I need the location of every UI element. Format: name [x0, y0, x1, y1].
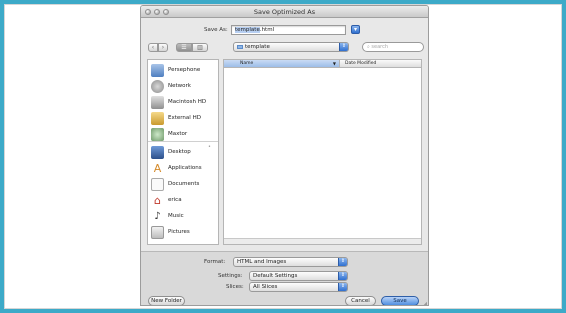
forward-button[interactable]: ›	[158, 43, 168, 52]
save-button[interactable]: Save	[381, 296, 419, 305]
sidebar-item-applications[interactable]: A Applications	[151, 162, 217, 175]
list-view-button[interactable]: ☰	[176, 43, 192, 52]
filename-extension: .html	[259, 27, 275, 33]
popup-arrows-icon: ⇕	[338, 272, 347, 280]
applications-icon: A	[153, 162, 162, 175]
network-drive-icon	[151, 128, 164, 141]
sidebar-item-label: Music	[168, 213, 184, 219]
sidebar-item-label: External HD	[168, 115, 201, 121]
sort-arrow-icon: ▼	[332, 61, 336, 66]
documents-icon	[151, 178, 164, 191]
column-view-button[interactable]: ▥	[192, 43, 208, 52]
sidebar-item-label: Documents	[168, 181, 200, 187]
sidebar-item-persephone[interactable]: Persephone	[151, 64, 217, 77]
column-header-name[interactable]: Name ▼	[224, 60, 340, 67]
sidebar-item-music[interactable]: ♪ Music	[151, 210, 217, 223]
popup-arrows-icon: ⇕	[339, 43, 348, 51]
save-as-field[interactable]: template.html	[231, 25, 346, 35]
file-list-header: Name ▼ Date Modified	[224, 60, 421, 68]
music-icon: ♪	[154, 211, 161, 222]
popup-arrows-icon: ⇕	[338, 258, 347, 266]
slices-label: Slices:	[226, 284, 244, 290]
sidebar-item-network[interactable]: Network	[151, 80, 217, 93]
sidebar-item-documents[interactable]: Documents	[151, 178, 217, 191]
sidebar-item-macintosh-hd[interactable]: Macintosh HD	[151, 96, 217, 109]
sidebar-item-label: Macintosh HD	[168, 99, 207, 105]
save-dialog: Save Optimized As Save As: template.html…	[140, 5, 429, 306]
window-title: Save Optimized As	[253, 8, 316, 16]
column-header-name-label: Name	[240, 61, 254, 66]
sidebar-item-erica[interactable]: ⌂ erica	[151, 194, 217, 207]
chevron-left-icon: ‹	[151, 44, 155, 51]
slices-value: All Slices	[253, 284, 278, 290]
list-view-icon: ☰	[181, 44, 187, 51]
filename-selection: template	[235, 27, 260, 33]
save-as-label: Save As:	[204, 27, 228, 33]
home-icon: ⌂	[154, 194, 161, 207]
popup-arrows-icon: ⇕	[338, 283, 347, 291]
location-popup[interactable]: template ⇕	[233, 42, 349, 52]
desktop-icon	[151, 146, 164, 159]
sidebar: Persephone Network Macintosh HD External…	[147, 59, 219, 245]
external-drive-icon	[151, 112, 164, 125]
file-list[interactable]: Name ▼ Date Modified	[223, 59, 422, 245]
sidebar-item-external-hd[interactable]: External HD	[151, 112, 217, 125]
title-bar: Save Optimized As	[141, 6, 428, 18]
format-popup[interactable]: HTML and Images ⇕	[233, 257, 348, 267]
column-header-date-modified[interactable]: Date Modified	[345, 60, 376, 67]
chevron-right-icon: ›	[161, 44, 165, 51]
options-panel: Format: HTML and Images ⇕ Settings: Defa…	[141, 251, 428, 305]
folder-icon	[237, 45, 243, 49]
sidebar-item-label: Applications	[168, 165, 202, 171]
settings-popup[interactable]: Default Settings ⇕	[249, 271, 348, 281]
sidebar-item-pictures[interactable]: Pictures	[151, 226, 217, 239]
settings-label: Settings:	[218, 273, 243, 279]
horizontal-scrollbar[interactable]	[224, 238, 421, 244]
sidebar-divider	[148, 141, 218, 142]
back-button[interactable]: ‹	[148, 43, 158, 52]
sidebar-item-label: Network	[168, 83, 191, 89]
slices-popup[interactable]: All Slices ⇕	[249, 282, 348, 292]
search-placeholder: search	[371, 44, 389, 50]
cancel-button[interactable]: Cancel	[345, 296, 376, 305]
location-folder-name: template	[245, 44, 270, 50]
sidebar-item-label: Maxtor	[168, 131, 188, 137]
column-view-icon: ▥	[197, 44, 203, 51]
format-value: HTML and Images	[237, 259, 287, 265]
search-field[interactable]: ⌕ search	[362, 42, 424, 52]
pictures-icon	[151, 226, 164, 239]
new-folder-button[interactable]: New Folder	[148, 296, 185, 305]
sidebar-item-maxtor[interactable]: Maxtor	[151, 128, 217, 141]
sidebar-item-desktop[interactable]: Desktop	[151, 146, 217, 159]
search-icon: ⌕	[367, 44, 370, 50]
sidebar-item-label: erica	[168, 197, 182, 203]
sidebar-item-label: Persephone	[168, 67, 201, 73]
sidebar-item-label: Desktop	[168, 149, 191, 155]
settings-value: Default Settings	[253, 273, 298, 279]
expand-dialog-button[interactable]: ▾	[351, 25, 360, 34]
sidebar-item-label: Pictures	[168, 229, 190, 235]
computer-icon	[151, 64, 164, 77]
hard-drive-icon	[151, 96, 164, 109]
format-label: Format:	[204, 259, 226, 265]
network-icon	[151, 80, 164, 93]
resize-grip-icon[interactable]: ◢	[423, 301, 427, 305]
